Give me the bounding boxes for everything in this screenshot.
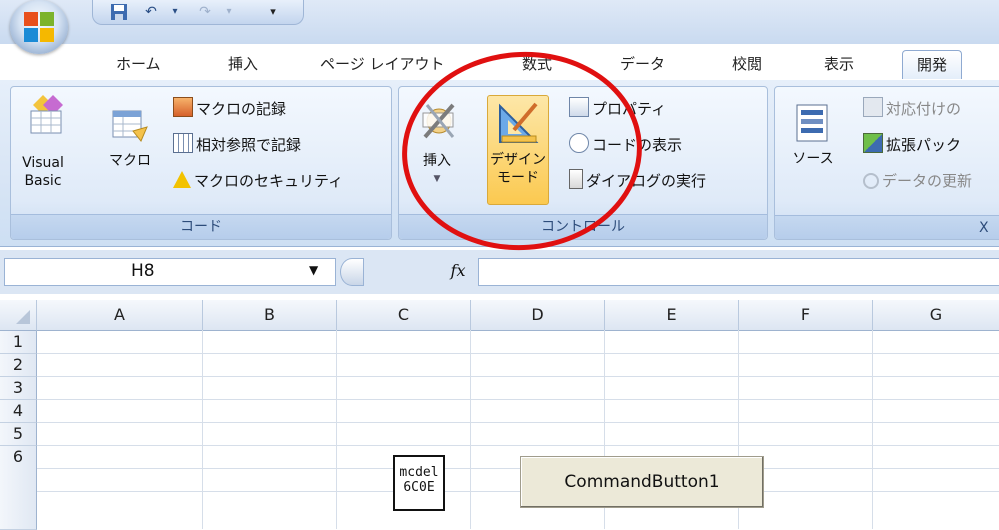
- tab-insert[interactable]: 挿入: [222, 50, 264, 78]
- grid-line: [37, 353, 999, 354]
- visual-basic-label-line2: Basic: [24, 173, 62, 189]
- xml-group: ソース 対応付けの 拡張パック データの更新 X: [774, 86, 999, 240]
- visual-basic-icon: [30, 95, 63, 134]
- visual-basic-button[interactable]: Visual Basic: [19, 95, 73, 205]
- expansion-packs-label: 拡張パック: [886, 136, 962, 154]
- formula-input[interactable]: [478, 258, 999, 286]
- save-icon[interactable]: [107, 2, 131, 22]
- relative-reference-button[interactable]: 相対参照で記録: [173, 133, 301, 157]
- column-header-e[interactable]: E: [605, 300, 739, 331]
- source-label: ソース: [792, 151, 834, 167]
- insert-function-icon[interactable]: fx: [440, 258, 476, 284]
- ime-indicator-line1: mcdel: [399, 465, 439, 480]
- office-logo-icon: [24, 12, 54, 42]
- worksheet-grid[interactable]: A B C D E F G 1 2 3 4 5 6: [0, 300, 999, 530]
- row-header-3[interactable]: 3: [0, 377, 37, 400]
- customize-qat-icon[interactable]: ▾: [261, 2, 285, 22]
- select-all-corner[interactable]: [0, 300, 37, 331]
- name-box[interactable]: H8 ▼: [4, 258, 336, 286]
- macro-security-label: マクロのセキュリティ: [194, 172, 344, 190]
- xml-source-icon: [796, 104, 828, 142]
- macro-security-button[interactable]: マクロのセキュリティ: [173, 169, 343, 193]
- tab-data[interactable]: データ: [614, 50, 671, 78]
- expansion-packs-button[interactable]: 拡張パック: [863, 133, 961, 157]
- grid-line: [470, 330, 471, 529]
- code-group: Visual Basic マクロ マクロの記録 相対参照で記録 マクロのセキュリ…: [10, 86, 392, 240]
- expansion-packs-icon: [863, 133, 883, 153]
- refresh-data-button[interactable]: データの更新: [863, 169, 972, 193]
- formula-bar-splitter[interactable]: [340, 258, 364, 286]
- row-header-6-label: 6: [12, 447, 24, 466]
- grid-line: [37, 399, 999, 400]
- row-header-2[interactable]: 2: [0, 354, 37, 377]
- column-header-a[interactable]: A: [37, 300, 203, 331]
- row-header-4[interactable]: 4: [0, 400, 37, 423]
- tab-review[interactable]: 校閲: [726, 50, 768, 78]
- undo-icon[interactable]: ↶: [139, 2, 163, 22]
- record-macro-icon: [173, 97, 193, 117]
- refresh-data-icon: [863, 173, 879, 189]
- ime-indicator: mcdel 6C0E: [393, 455, 445, 511]
- macros-button[interactable]: マクロ: [105, 107, 155, 187]
- refresh-data-label: データの更新: [882, 172, 973, 190]
- source-button[interactable]: ソース: [785, 99, 841, 199]
- macro-icon: [112, 110, 148, 142]
- xml-group-label: X: [775, 215, 999, 239]
- tab-home[interactable]: ホーム: [110, 50, 167, 78]
- row-header-5[interactable]: 5: [0, 423, 37, 446]
- map-properties-icon: [863, 97, 883, 117]
- ime-indicator-line2: 6C0E: [403, 480, 435, 495]
- quick-access-toolbar: ↶ ▾ ↷ ▾ ▾: [92, 0, 304, 25]
- map-properties-label: 対応付けの: [886, 100, 962, 118]
- record-macro-button[interactable]: マクロの記録: [173, 97, 286, 121]
- warning-icon: [173, 171, 191, 188]
- map-properties-button[interactable]: 対応付けの: [863, 97, 961, 121]
- redo-icon[interactable]: ↷: [193, 2, 217, 22]
- grid-line: [202, 330, 203, 529]
- office-button[interactable]: [10, 0, 68, 54]
- grid-line: [336, 330, 337, 529]
- row-header-1[interactable]: 1: [0, 331, 37, 354]
- name-box-value: H8: [131, 261, 155, 281]
- relative-reference-label: 相対参照で記録: [196, 136, 302, 154]
- relative-reference-icon: [173, 133, 193, 153]
- grid-line: [37, 491, 999, 492]
- grid-line: [37, 468, 999, 469]
- grid-line: [37, 376, 999, 377]
- grid-line: [872, 330, 873, 529]
- column-header-f[interactable]: F: [739, 300, 873, 331]
- grid-line: [37, 445, 999, 446]
- tab-page-layout[interactable]: ページ レイアウト: [314, 50, 450, 78]
- grid-line: [37, 422, 999, 423]
- record-macro-label: マクロの記録: [196, 100, 287, 118]
- column-header-d[interactable]: D: [471, 300, 605, 331]
- code-group-label: コード: [11, 214, 391, 239]
- tab-developer[interactable]: 開発: [902, 50, 963, 79]
- macros-label: マクロ: [109, 153, 151, 169]
- command-button-1[interactable]: CommandButton1: [520, 456, 764, 508]
- undo-dropdown-icon[interactable]: ▾: [163, 2, 187, 22]
- row-header-6[interactable]: 6: [0, 446, 37, 530]
- visual-basic-label-line1: Visual: [22, 155, 64, 171]
- name-box-dropdown-icon[interactable]: ▼: [309, 263, 318, 277]
- column-header-g[interactable]: G: [873, 300, 999, 331]
- column-header-c[interactable]: C: [337, 300, 471, 331]
- redo-dropdown-icon[interactable]: ▾: [217, 2, 241, 22]
- column-header-b[interactable]: B: [203, 300, 337, 331]
- tab-view[interactable]: 表示: [818, 50, 860, 78]
